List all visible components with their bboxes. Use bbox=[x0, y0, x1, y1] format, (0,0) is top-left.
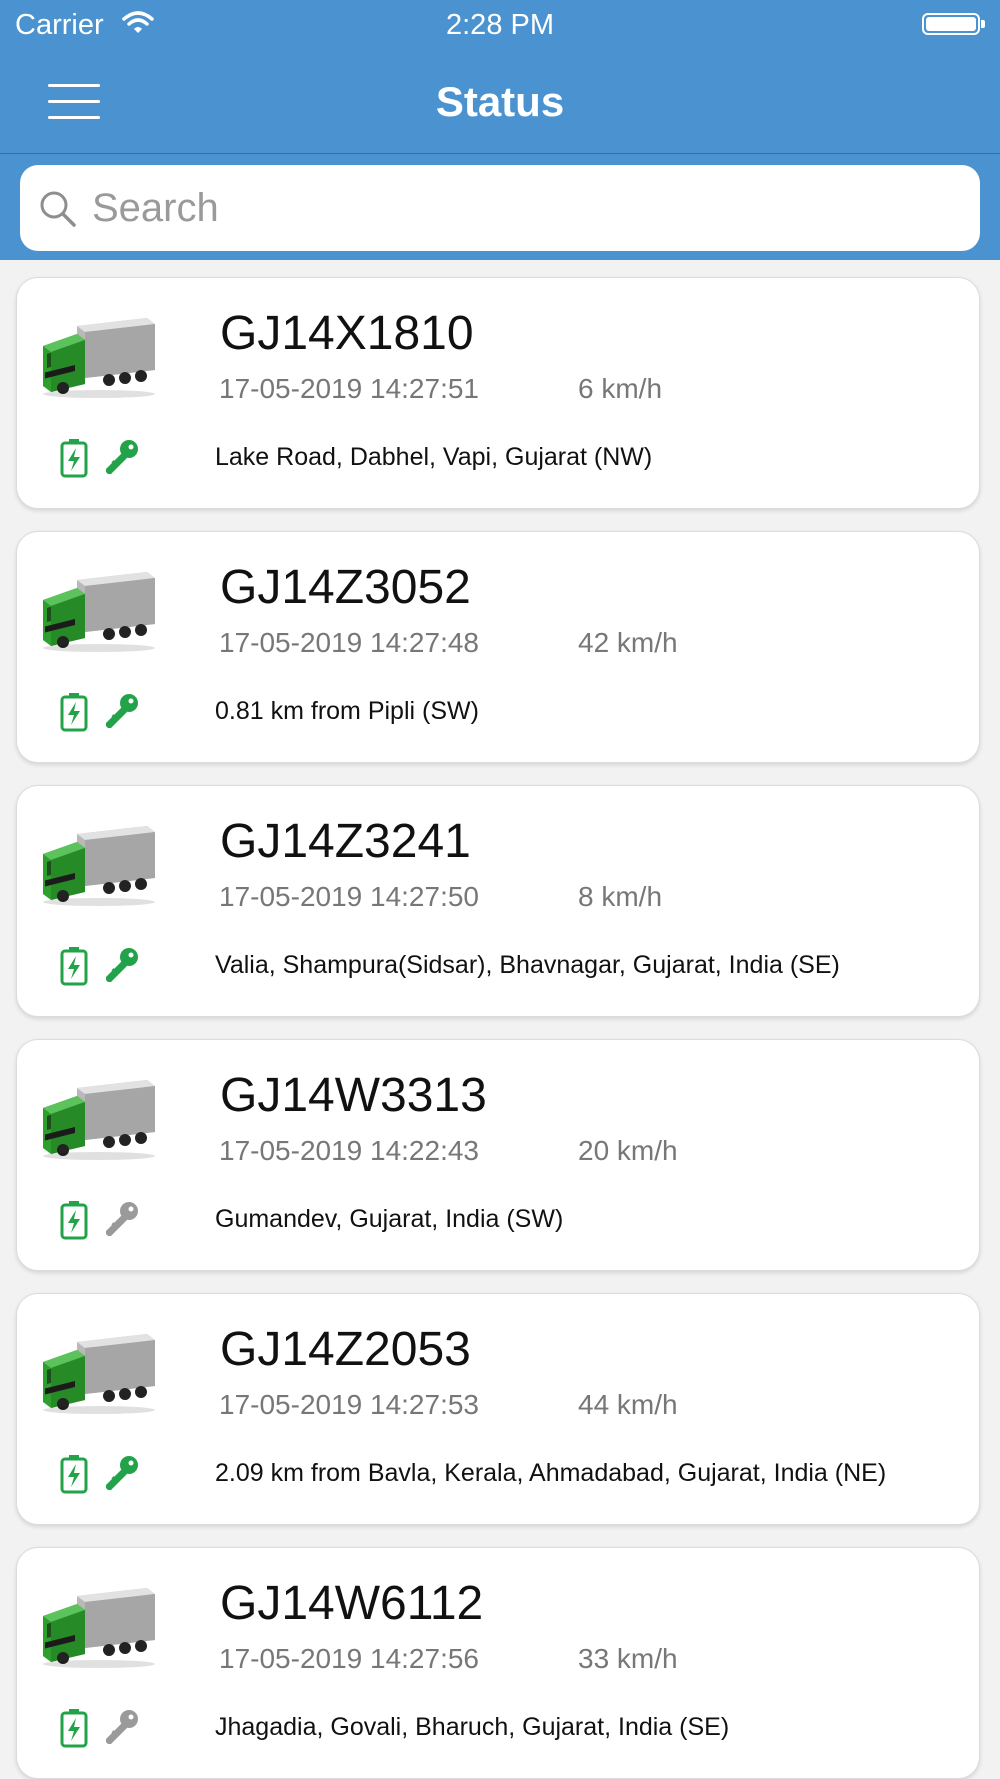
battery-charging-icon bbox=[59, 1708, 89, 1753]
vehicle-card[interactable]: GJ14W6112 17-05-2019 14:27:56 33 km/h Jhag… bbox=[16, 1547, 980, 1779]
vehicle-card[interactable]: GJ14X1810 17-05-2019 14:27:51 6 km/h Lake … bbox=[16, 277, 980, 509]
vehicle-plate: GJ14W3313 bbox=[220, 1069, 487, 1122]
vehicle-plate: GJ14W6112 bbox=[220, 1577, 484, 1630]
vehicle-plate: GJ14Z3052 bbox=[220, 561, 471, 614]
vehicle-plate: GJ14X1810 bbox=[220, 307, 474, 360]
vehicle-card[interactable]: GJ14Z3052 17-05-2019 14:27:48 42 km/h 0.81… bbox=[16, 531, 980, 763]
ignition-key-icon bbox=[101, 692, 141, 737]
vehicle-speed: 33 km/h bbox=[578, 1643, 678, 1674]
vehicle-card[interactable]: GJ14Z2053 17-05-2019 14:27:53 44 km/h 2.09… bbox=[16, 1293, 980, 1525]
truck-icon bbox=[39, 820, 159, 911]
ignition-key-icon bbox=[101, 1454, 141, 1499]
search-icon bbox=[38, 189, 78, 234]
vehicle-address: 2.09 km from Bavla, Kerala, Ahmadabad, G… bbox=[215, 1459, 887, 1487]
truck-icon bbox=[39, 1074, 159, 1165]
battery-charging-icon bbox=[59, 1454, 89, 1499]
clock: 2:28 PM bbox=[446, 9, 554, 41]
ignition-key-icon bbox=[101, 1200, 141, 1245]
status-bar: Carrier 2:28 PM bbox=[0, 0, 1000, 50]
vehicle-speed: 8 km/h bbox=[578, 881, 663, 912]
battery-icon bbox=[922, 13, 985, 35]
truck-icon bbox=[39, 1328, 159, 1419]
vehicle-card[interactable]: GJ14Z3241 17-05-2019 14:27:50 8 km/h Valia… bbox=[16, 785, 980, 1017]
vehicle-speed: 44 km/h bbox=[578, 1389, 678, 1420]
vehicle-plate: GJ14Z2053 bbox=[220, 1323, 471, 1376]
ignition-key-icon bbox=[101, 438, 141, 483]
battery-charging-icon bbox=[59, 1200, 89, 1245]
search-bar bbox=[0, 154, 1000, 260]
last-update-time: 17-05-2019 14:27:51 bbox=[219, 373, 479, 404]
truck-icon bbox=[39, 566, 159, 657]
search-field[interactable] bbox=[20, 165, 980, 251]
truck-icon bbox=[39, 312, 159, 403]
vehicle-card[interactable]: GJ14W3313 17-05-2019 14:22:43 20 km/h Guma… bbox=[16, 1039, 980, 1271]
vehicle-speed: 6 km/h bbox=[578, 373, 663, 404]
ignition-key-icon bbox=[101, 946, 141, 991]
battery-charging-icon bbox=[59, 692, 89, 737]
ignition-key-icon bbox=[101, 1708, 141, 1753]
last-update-time: 17-05-2019 14:27:56 bbox=[219, 1643, 479, 1674]
vehicle-address: Jhagadia, Govali, Bharuch, Gujarat, Indi… bbox=[215, 1713, 730, 1741]
vehicle-address: 0.81 km from Pipli (SW) bbox=[215, 697, 479, 725]
vehicle-address: Gumandev, Gujarat, India (SW) bbox=[215, 1205, 564, 1233]
last-update-time: 17-05-2019 14:27:50 bbox=[219, 881, 479, 912]
search-input[interactable] bbox=[90, 179, 954, 237]
page-title: Status bbox=[435, 78, 565, 125]
last-update-time: 17-05-2019 14:22:43 bbox=[219, 1135, 479, 1166]
vehicle-speed: 42 km/h bbox=[578, 627, 678, 658]
vehicle-address: Valia, Shampura(Sidsar), Bhavnagar, Guja… bbox=[215, 951, 840, 979]
vehicle-plate: GJ14Z3241 bbox=[220, 815, 471, 868]
navigation-bar: Status bbox=[0, 50, 1000, 154]
vehicle-speed: 20 km/h bbox=[578, 1135, 678, 1166]
truck-icon bbox=[39, 1582, 159, 1673]
last-update-time: 17-05-2019 14:27:53 bbox=[219, 1389, 479, 1420]
vehicle-address: Lake Road, Dabhel, Vapi, Gujarat (NW) bbox=[215, 443, 653, 471]
battery-charging-icon bbox=[59, 946, 89, 991]
last-update-time: 17-05-2019 14:27:48 bbox=[219, 627, 479, 658]
battery-charging-icon bbox=[59, 438, 89, 483]
